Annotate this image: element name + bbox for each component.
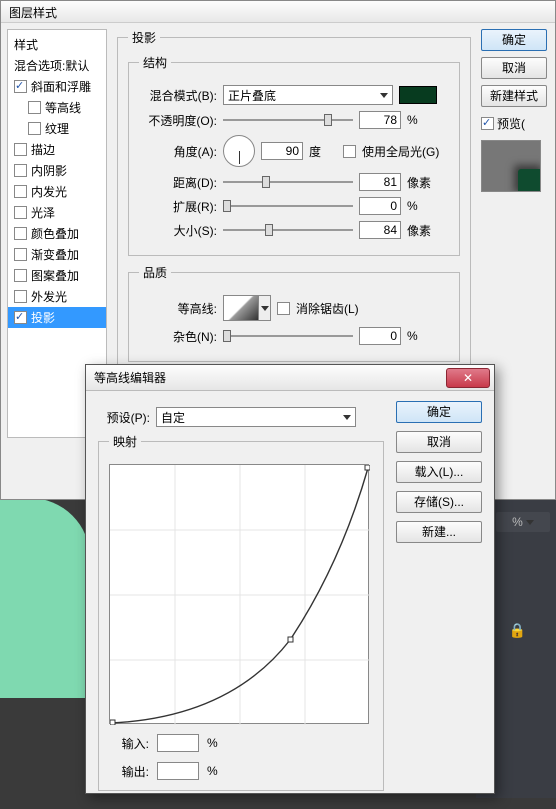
item-satin[interactable]: 光泽 <box>8 202 106 223</box>
preset-combo[interactable]: 自定 <box>156 407 356 427</box>
structure-legend: 结构 <box>139 54 171 71</box>
curve-editor[interactable] <box>109 464 369 724</box>
antialias-label: 消除锯齿(L) <box>296 300 359 317</box>
zoom-pill[interactable]: % <box>496 512 550 532</box>
chevron-down-icon <box>343 415 351 420</box>
item-gradient-overlay[interactable]: 渐变叠加 <box>8 244 106 265</box>
checkbox-icon[interactable] <box>14 143 27 156</box>
size-slider[interactable] <box>223 221 353 239</box>
chevron-down-icon <box>526 520 534 525</box>
contour-cancel-button[interactable]: 取消 <box>396 431 482 453</box>
global-light-label: 使用全局光(G) <box>362 143 439 160</box>
checkbox-icon[interactable] <box>14 80 27 93</box>
checkbox-icon[interactable] <box>14 311 27 324</box>
output-field[interactable] <box>157 762 199 780</box>
cancel-button[interactable]: 取消 <box>481 57 547 79</box>
item-stroke[interactable]: 描边 <box>8 139 106 160</box>
lock-icon: 🔒 <box>509 622 526 639</box>
quality-legend: 品质 <box>139 264 171 281</box>
input-label: 输入: <box>109 735 149 752</box>
chevron-down-icon <box>380 93 388 98</box>
spread-slider[interactable] <box>223 197 353 215</box>
preset-label: 预设(P): <box>98 409 150 426</box>
distance-label: 距离(D): <box>139 174 217 191</box>
load-button[interactable]: 载入(L)... <box>396 461 482 483</box>
noise-slider[interactable] <box>223 327 353 345</box>
checkbox-icon[interactable] <box>14 269 27 282</box>
checkbox-icon[interactable] <box>28 101 41 114</box>
item-inner-glow[interactable]: 内发光 <box>8 181 106 202</box>
input-field[interactable] <box>157 734 199 752</box>
global-light-checkbox[interactable] <box>343 145 356 158</box>
blend-options-header[interactable]: 混合选项:默认 <box>8 55 106 76</box>
checkbox-icon[interactable] <box>14 185 27 198</box>
quality-group: 品质 等高线: 消除锯齿(L) 杂色(N): 0 % <box>128 264 460 362</box>
size-label: 大小(S): <box>139 222 217 239</box>
distance-field[interactable]: 81 <box>359 173 401 191</box>
size-field[interactable]: 84 <box>359 221 401 239</box>
color-swatch[interactable] <box>399 86 437 104</box>
dialog-titlebar[interactable]: 图层样式 <box>1 1 555 23</box>
item-inner-shadow[interactable]: 内阴影 <box>8 160 106 181</box>
opacity-slider[interactable] <box>223 111 353 129</box>
item-outer-glow[interactable]: 外发光 <box>8 286 106 307</box>
contour-title: 等高线编辑器 <box>94 369 166 386</box>
output-label: 输出: <box>109 763 149 780</box>
preview-thumbnail <box>481 140 541 192</box>
structure-group: 结构 混合模式(B): 正片叠底 不透明度(O): 78 % 角度(A): <box>128 54 460 256</box>
checkbox-icon[interactable] <box>14 227 27 240</box>
item-pattern-overlay[interactable]: 图案叠加 <box>8 265 106 286</box>
contour-editor-dialog: 等高线编辑器 ✕ 预设(P): 自定 映射 <box>85 364 495 794</box>
mapping-legend: 映射 <box>109 433 141 450</box>
blend-mode-combo[interactable]: 正片叠底 <box>223 85 393 105</box>
opacity-label: 不透明度(O): <box>139 112 217 129</box>
new-style-button[interactable]: 新建样式 <box>481 85 547 107</box>
blend-mode-label: 混合模式(B): <box>139 87 217 104</box>
checkbox-icon[interactable] <box>14 290 27 303</box>
item-contour[interactable]: 等高线 <box>8 97 106 118</box>
section-title: 投影 <box>128 29 160 46</box>
angle-dial[interactable] <box>223 135 255 167</box>
style-header[interactable]: 样式 <box>8 34 106 55</box>
angle-field[interactable]: 90 <box>261 142 303 160</box>
spread-field[interactable]: 0 <box>359 197 401 215</box>
item-color-overlay[interactable]: 颜色叠加 <box>8 223 106 244</box>
chevron-down-icon <box>261 306 269 311</box>
bg-green-shape <box>0 498 90 698</box>
save-button[interactable]: 存储(S)... <box>396 491 482 513</box>
spread-label: 扩展(R): <box>139 198 217 215</box>
checkbox-icon[interactable] <box>14 206 27 219</box>
opacity-field[interactable]: 78 <box>359 111 401 129</box>
ok-button[interactable]: 确定 <box>481 29 547 51</box>
mapping-group: 映射 输入: % <box>98 433 384 791</box>
noise-label: 杂色(N): <box>139 328 217 345</box>
preview-toggle[interactable]: 预览( <box>481 113 547 134</box>
item-drop-shadow[interactable]: 投影 <box>8 307 106 328</box>
dialog-title: 图层样式 <box>9 6 57 20</box>
checkbox-icon[interactable] <box>14 164 27 177</box>
angle-label: 角度(A): <box>139 143 217 160</box>
noise-field[interactable]: 0 <box>359 327 401 345</box>
contour-picker-button[interactable] <box>259 295 271 321</box>
contour-thumbnail[interactable] <box>223 295 259 321</box>
close-button[interactable]: ✕ <box>446 368 490 388</box>
checkbox-icon[interactable] <box>481 117 494 130</box>
distance-slider[interactable] <box>223 173 353 191</box>
item-texture[interactable]: 纹理 <box>8 118 106 139</box>
checkbox-icon[interactable] <box>14 248 27 261</box>
contour-ok-button[interactable]: 确定 <box>396 401 482 423</box>
checkbox-icon[interactable] <box>28 122 41 135</box>
item-bevel[interactable]: 斜面和浮雕 <box>8 76 106 97</box>
contour-titlebar[interactable]: 等高线编辑器 ✕ <box>86 365 494 391</box>
new-button[interactable]: 新建... <box>396 521 482 543</box>
contour-label: 等高线: <box>139 300 217 317</box>
antialias-checkbox[interactable] <box>277 302 290 315</box>
